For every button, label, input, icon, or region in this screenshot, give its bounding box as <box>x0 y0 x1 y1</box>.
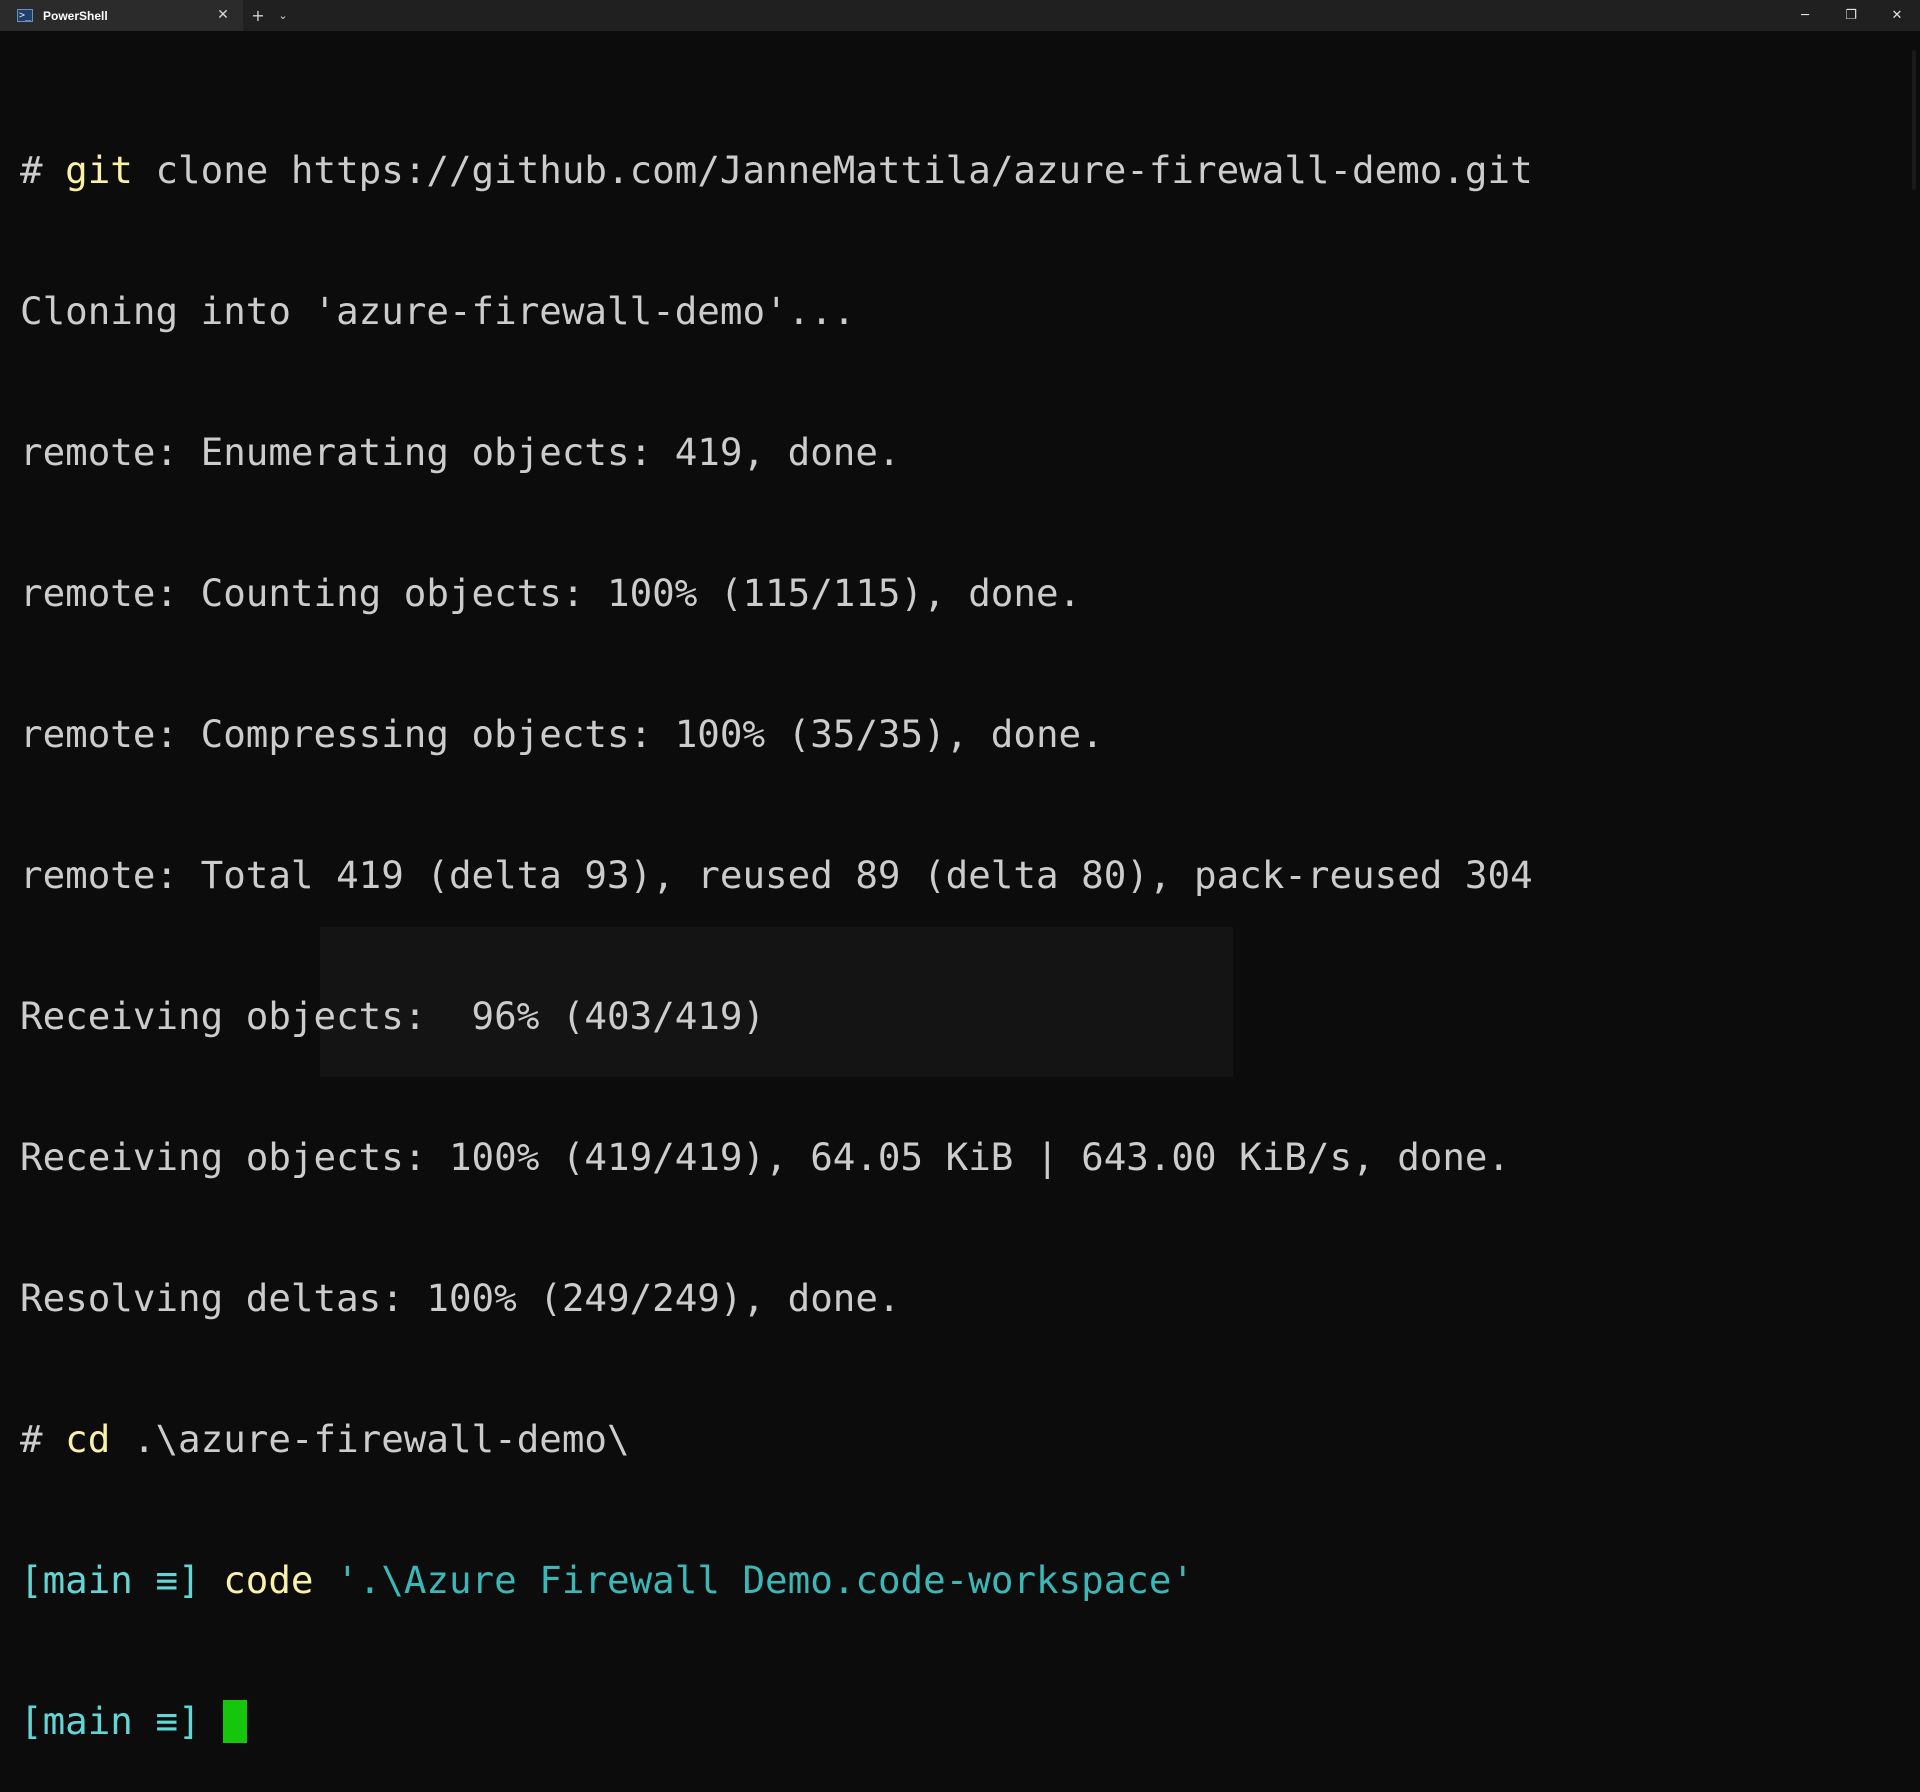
command-args: .\azure-firewall-demo\ <box>110 1417 630 1461</box>
powershell-icon: >_ <box>17 9 33 22</box>
command-args: clone https://github.com/JanneMattila/az… <box>132 148 1533 192</box>
terminal-line: # cd .\azure-firewall-demo\ <box>20 1416 1900 1463</box>
terminal-line: Receiving objects: 96% (403/419) <box>20 994 766 1038</box>
terminal-line: Receiving objects: 100% (419/419), 64.05… <box>20 1135 1511 1179</box>
minimize-button[interactable]: ─ <box>1782 0 1828 31</box>
terminal-line: remote: Compressing objects: 100% (35/35… <box>20 712 1104 756</box>
command: cd <box>65 1417 111 1461</box>
command-string-arg: '.\Azure Firewall Demo.code-workspace' <box>313 1558 1195 1602</box>
terminal-output[interactable]: # git clone https://github.com/JanneMatt… <box>20 53 1900 1792</box>
window-controls: ─ ❐ ✕ <box>1782 0 1920 31</box>
tab-title: PowerShell <box>43 8 108 23</box>
branch-prompt: [main ≡] <box>20 1699 224 1743</box>
terminal-line: # git clone https://github.com/JanneMatt… <box>20 147 1900 194</box>
terminal-line: [main ≡] code '.\Azure Firewall Demo.cod… <box>20 1557 1900 1604</box>
new-tab-button[interactable]: + <box>243 0 273 31</box>
terminal-line: Cloning into 'azure-firewall-demo'... <box>20 289 856 333</box>
prompt: # <box>20 148 66 192</box>
terminal-line: remote: Counting objects: 100% (115/115)… <box>20 571 1082 615</box>
terminal-line: Resolving deltas: 100% (249/249), done. <box>20 1276 901 1320</box>
tab-powershell[interactable]: >_ PowerShell ✕ <box>0 0 243 31</box>
restore-button[interactable]: ❐ <box>1828 0 1874 31</box>
prompt: # <box>20 1417 66 1461</box>
terminal-line: [main ≡] <box>20 1698 1900 1745</box>
close-tab-icon[interactable]: ✕ <box>215 7 231 23</box>
tab-dropdown-button[interactable]: ⌄ <box>273 0 293 31</box>
command: code <box>223 1558 314 1602</box>
scrollbar[interactable] <box>1912 50 1916 190</box>
close-window-button[interactable]: ✕ <box>1874 0 1920 31</box>
branch-prompt: [main ≡] <box>20 1558 224 1602</box>
terminal-line: remote: Total 419 (delta 93), reused 89 … <box>20 853 1533 897</box>
title-bar: >_ PowerShell ✕ + ⌄ ─ ❐ ✕ <box>0 0 1920 31</box>
command: git <box>65 148 133 192</box>
text-cursor <box>223 1700 248 1743</box>
terminal-line: remote: Enumerating objects: 419, done. <box>20 430 901 474</box>
